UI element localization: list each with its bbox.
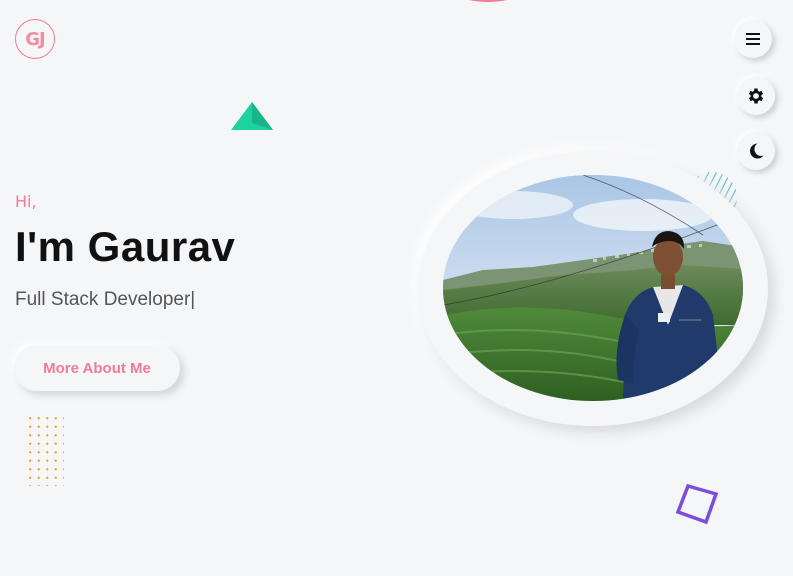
hero-name-heading: I'm Gaurav bbox=[15, 223, 236, 270]
dot-grid-decoration bbox=[26, 414, 64, 486]
pink-ring-decoration bbox=[469, 0, 507, 2]
role-typewriter-text: Full Stack Developer| bbox=[15, 289, 196, 310]
logo-text: GJ bbox=[25, 28, 46, 50]
settings-button[interactable] bbox=[737, 77, 775, 115]
profile-photo bbox=[443, 175, 743, 401]
gear-icon bbox=[748, 88, 764, 104]
greeting-text: Hi, bbox=[15, 192, 37, 211]
profile-photo-image bbox=[443, 175, 743, 401]
menu-button[interactable] bbox=[734, 20, 772, 58]
theme-toggle-button[interactable] bbox=[737, 132, 775, 170]
moon-icon bbox=[750, 143, 764, 159]
site-logo[interactable]: GJ bbox=[15, 19, 55, 59]
purple-square-decoration bbox=[675, 483, 719, 525]
teal-triangle-decoration bbox=[231, 102, 273, 130]
more-about-me-button[interactable]: More About Me bbox=[14, 345, 180, 391]
hamburger-menu-icon bbox=[746, 33, 760, 45]
more-about-me-label: More About Me bbox=[43, 359, 151, 377]
